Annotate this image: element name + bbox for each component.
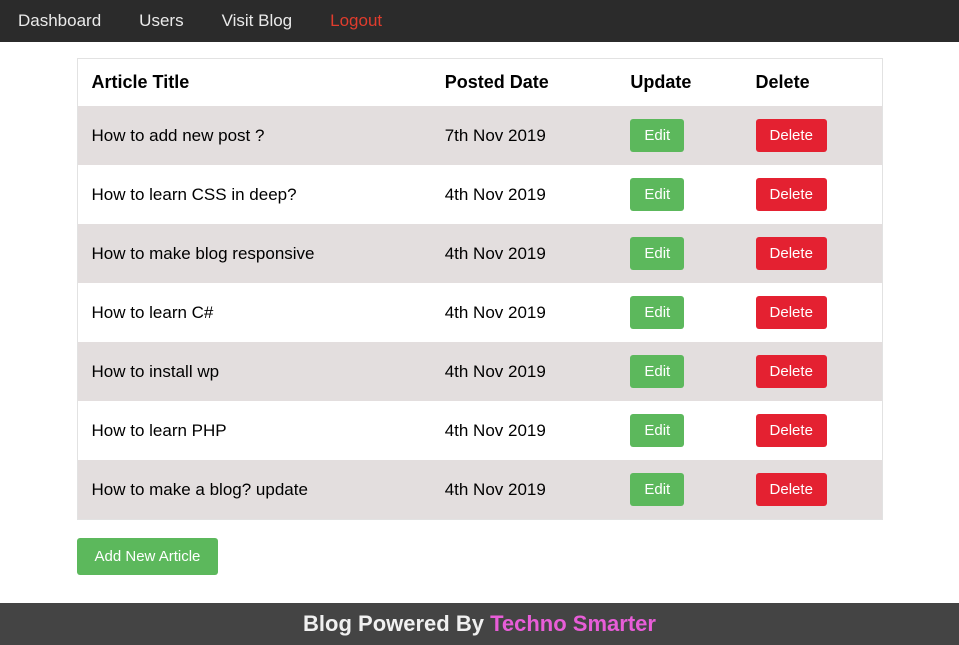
cell-date: 4th Nov 2019: [431, 460, 617, 520]
delete-button[interactable]: Delete: [756, 473, 827, 506]
cell-title: How to learn C#: [77, 283, 431, 342]
cell-delete: Delete: [742, 224, 882, 283]
cell-title: How to make blog responsive: [77, 224, 431, 283]
cell-update: Edit: [616, 224, 741, 283]
articles-table: Article Title Posted Date Update Delete …: [77, 58, 883, 520]
cell-date: 4th Nov 2019: [431, 224, 617, 283]
table-row: How to make blog responsive4th Nov 2019 E…: [77, 224, 882, 283]
edit-button[interactable]: Edit: [630, 119, 684, 152]
delete-button[interactable]: Delete: [756, 414, 827, 447]
cell-date: 4th Nov 2019: [431, 342, 617, 401]
delete-button[interactable]: Delete: [756, 296, 827, 329]
add-article-button[interactable]: Add New Article: [77, 538, 219, 575]
cell-date: 4th Nov 2019: [431, 401, 617, 460]
cell-update: Edit: [616, 165, 741, 224]
cell-delete: Delete: [742, 283, 882, 342]
table-row: How to install wp4th Nov 2019 Edit Delete: [77, 342, 882, 401]
footer: Blog Powered By Techno Smarter: [0, 603, 959, 645]
cell-delete: Delete: [742, 401, 882, 460]
edit-button[interactable]: Edit: [630, 296, 684, 329]
delete-button[interactable]: Delete: [756, 178, 827, 211]
cell-update: Edit: [616, 342, 741, 401]
delete-button[interactable]: Delete: [756, 237, 827, 270]
header-date: Posted Date: [431, 59, 617, 107]
cell-delete: Delete: [742, 165, 882, 224]
cell-title: How to learn PHP: [77, 401, 431, 460]
nav-visit-blog[interactable]: Visit Blog: [222, 11, 293, 31]
cell-delete: Delete: [742, 342, 882, 401]
header-delete: Delete: [742, 59, 882, 107]
cell-delete: Delete: [742, 460, 882, 520]
cell-update: Edit: [616, 401, 741, 460]
cell-date: 4th Nov 2019: [431, 283, 617, 342]
cell-date: 4th Nov 2019: [431, 165, 617, 224]
cell-delete: Delete: [742, 106, 882, 165]
cell-update: Edit: [616, 460, 741, 520]
cell-title: How to install wp: [77, 342, 431, 401]
cell-date: 7th Nov 2019: [431, 106, 617, 165]
edit-button[interactable]: Edit: [630, 414, 684, 447]
nav-logout[interactable]: Logout: [330, 11, 382, 31]
delete-button[interactable]: Delete: [756, 119, 827, 152]
table-row: How to learn C#4th Nov 2019 Edit Delete: [77, 283, 882, 342]
footer-brand[interactable]: Techno Smarter: [490, 611, 656, 636]
edit-button[interactable]: Edit: [630, 237, 684, 270]
edit-button[interactable]: Edit: [630, 355, 684, 388]
edit-button[interactable]: Edit: [630, 178, 684, 211]
delete-button[interactable]: Delete: [756, 355, 827, 388]
table-header-row: Article Title Posted Date Update Delete: [77, 59, 882, 107]
header-update: Update: [616, 59, 741, 107]
nav-dashboard[interactable]: Dashboard: [18, 11, 101, 31]
header-title: Article Title: [77, 59, 431, 107]
table-row: How to learn PHP4th Nov 2019 Edit Delete: [77, 401, 882, 460]
footer-text: Blog Powered By: [303, 611, 490, 636]
cell-title: How to make a blog? update: [77, 460, 431, 520]
table-row: How to make a blog? update4th Nov 2019 Ed…: [77, 460, 882, 520]
cell-title: How to add new post ?: [77, 106, 431, 165]
nav-users[interactable]: Users: [139, 11, 183, 31]
edit-button[interactable]: Edit: [630, 473, 684, 506]
table-row: How to add new post ?7th Nov 2019 Edit Del…: [77, 106, 882, 165]
cell-update: Edit: [616, 283, 741, 342]
main-container: Article Title Posted Date Update Delete …: [69, 58, 891, 575]
cell-title: How to learn CSS in deep?: [77, 165, 431, 224]
table-row: How to learn CSS in deep?4th Nov 2019 Edi…: [77, 165, 882, 224]
top-navbar: Dashboard Users Visit Blog Logout: [0, 0, 959, 42]
cell-update: Edit: [616, 106, 741, 165]
